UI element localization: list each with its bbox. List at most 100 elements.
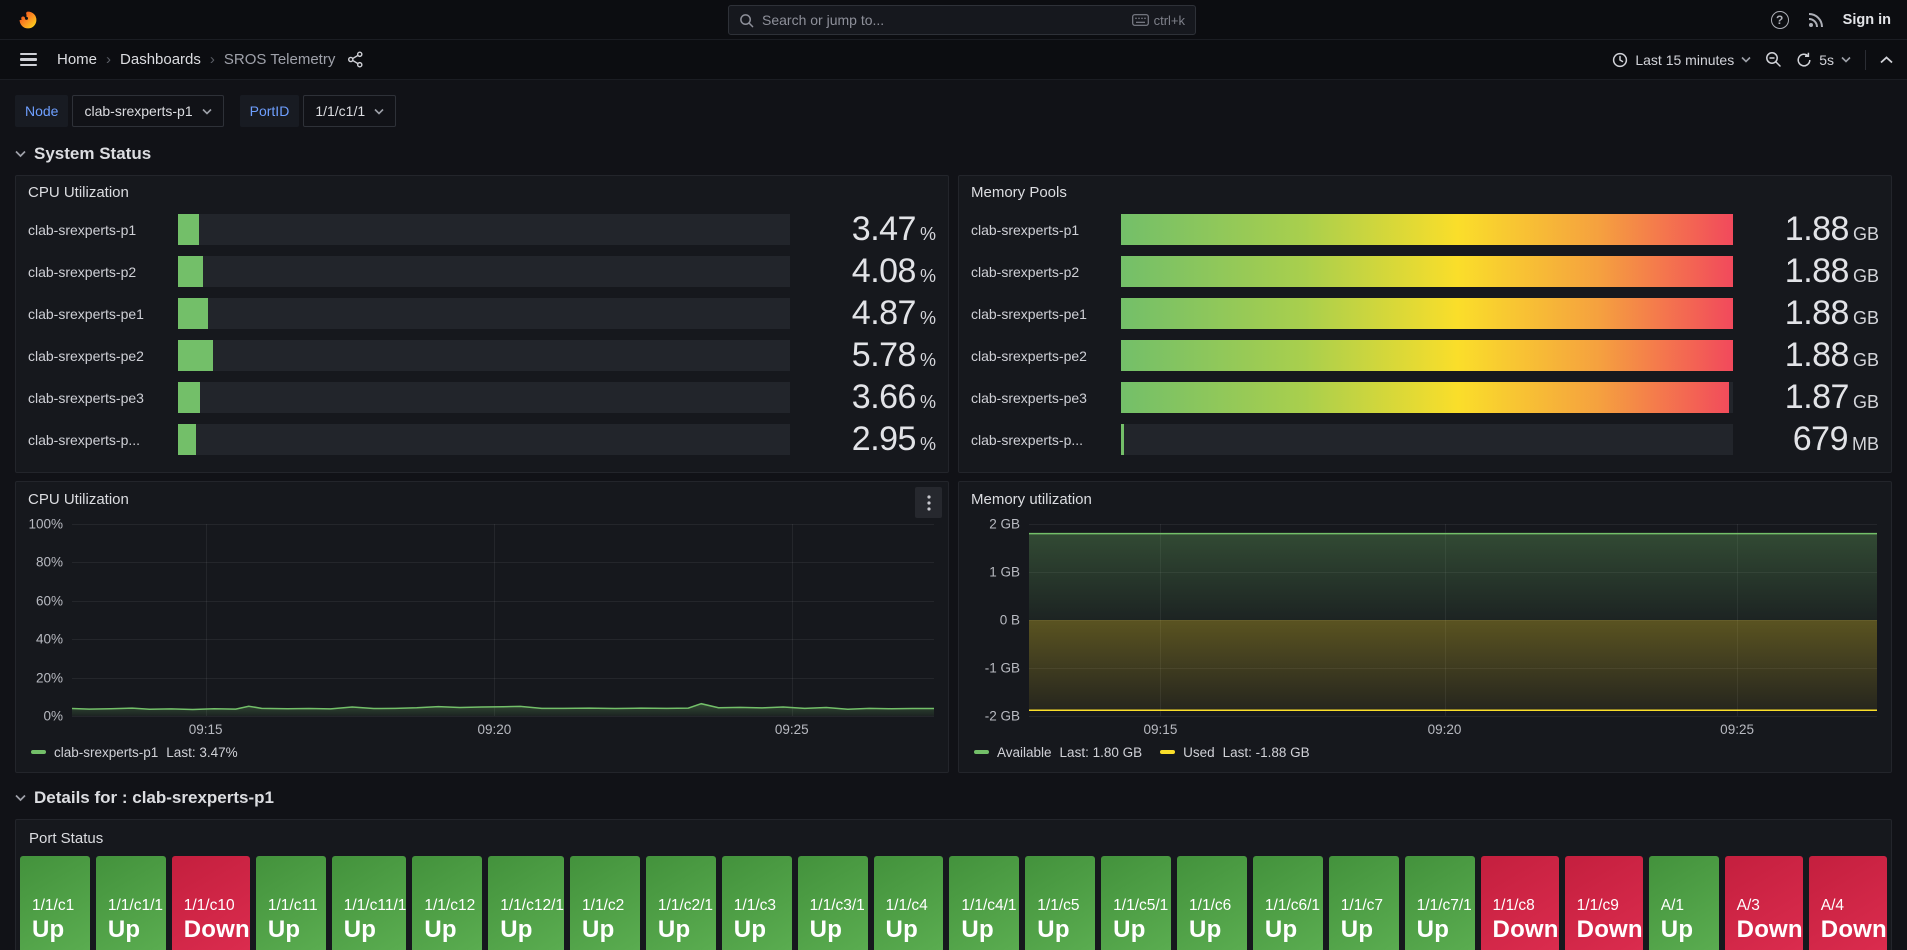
panel-title[interactable]: CPU Utilization <box>28 184 936 201</box>
x-tick-label: 09:15 <box>189 722 223 737</box>
legend-item[interactable]: clab-srexperts-p1Last: 3.47% <box>31 745 238 760</box>
gauge-bar-track <box>1121 382 1733 413</box>
port-name: 1/1/c2/1 <box>658 897 716 915</box>
chevron-up-icon <box>1880 56 1893 64</box>
time-range-picker[interactable]: Last 15 minutes <box>1612 52 1751 68</box>
port-tile-body: 1/1/c3/1 Up <box>798 856 868 950</box>
port-tile: A/3 Down <box>1725 856 1803 950</box>
panel-title[interactable]: Port Status <box>29 830 103 847</box>
port-status: Up <box>734 916 792 944</box>
panel-menu-button[interactable] <box>915 487 942 518</box>
chevron-down-icon <box>202 108 212 115</box>
share-button[interactable] <box>347 51 364 68</box>
port-name: 1/1/c10 <box>184 897 250 915</box>
gauge-row-label: clab-srexperts-p2 <box>28 264 178 280</box>
port-name: 1/1/c6 <box>1189 897 1247 915</box>
variables-row: Node clab-srexperts-p1 PortID 1/1/c1/1 <box>15 95 1892 127</box>
gauge-bar <box>1121 214 1733 245</box>
refresh-icon <box>1796 52 1812 68</box>
port-tile-body: A/1 Up <box>1649 856 1719 950</box>
time-range-label: Last 15 minutes <box>1635 52 1734 68</box>
gauge-value: 3.66 % <box>808 378 936 417</box>
y-tick-label: 60% <box>36 593 63 608</box>
port-tile: 1/1/c2/1 Up <box>646 856 716 950</box>
gauge-value: 4.08 % <box>808 252 936 291</box>
port-tile-body: 1/1/c5 Up <box>1025 856 1095 950</box>
gauge-bar-track <box>178 340 790 371</box>
port-status: Down <box>1821 916 1887 944</box>
portid-variable-label: PortID <box>240 95 300 127</box>
help-button[interactable]: ? <box>1771 11 1789 29</box>
panel-port-status: Port Status 1/1/c1 Up 1/1/c1/1 Up 1/1/c1… <box>15 819 1892 950</box>
section-details[interactable]: Details for : clab-srexperts-p1 <box>15 786 1892 810</box>
breadcrumb-dashboards[interactable]: Dashboards <box>120 51 201 68</box>
gauge-bar <box>1121 424 1124 455</box>
x-tick-label: 09:25 <box>775 722 809 737</box>
help-icon: ? <box>1771 11 1789 29</box>
dashboard-content: Node clab-srexperts-p1 PortID 1/1/c1/1 S… <box>0 95 1907 950</box>
panel-title[interactable]: Memory utilization <box>971 491 1092 508</box>
grafana-logo[interactable] <box>16 8 40 32</box>
gauge-row-label: clab-srexperts-pe3 <box>28 390 178 406</box>
port-tile-body: 1/1/c2/1 Up <box>646 856 716 950</box>
node-variable-dropdown[interactable]: clab-srexperts-p1 <box>72 95 223 127</box>
legend-item[interactable]: AvailableLast: 1.80 GB <box>974 745 1142 760</box>
gauge-row: clab-srexperts-p... 679 MB <box>971 424 1879 455</box>
legend-series-name: Used <box>1183 745 1215 760</box>
panel-title[interactable]: CPU Utilization <box>28 491 129 508</box>
port-status: Up <box>1265 916 1323 944</box>
keyboard-icon <box>1132 14 1149 26</box>
port-tile-body: 1/1/c8 Down <box>1481 856 1559 950</box>
legend-item[interactable]: UsedLast: -1.88 GB <box>1160 745 1310 760</box>
gauge-row: clab-srexperts-pe1 1.88 GB <box>971 298 1879 329</box>
zoom-out-button[interactable] <box>1765 51 1782 68</box>
gauge-row: clab-srexperts-pe3 3.66 % <box>28 382 936 413</box>
search-placeholder: Search or jump to... <box>762 12 1124 28</box>
gauge-bar <box>1121 256 1733 287</box>
port-tile-body: 1/1/c6 Up <box>1177 856 1247 950</box>
section-system-status[interactable]: System Status <box>15 142 1892 166</box>
gauge-bar <box>178 256 203 287</box>
port-name: 1/1/c5/1 <box>1113 897 1171 915</box>
legend-last-value: Last: 1.80 GB <box>1060 745 1143 760</box>
gauge-row: clab-srexperts-p1 1.88 GB <box>971 214 1879 245</box>
clock-icon <box>1612 52 1628 68</box>
refresh-button[interactable]: 5s <box>1796 52 1851 68</box>
legend-color-dash <box>31 750 46 754</box>
collapse-toolbar-button[interactable] <box>1880 56 1893 64</box>
panel-title[interactable]: Memory Pools <box>971 184 1879 201</box>
memory-time-series-chart: 2 GB1 GB0 B-1 GB-2 GB 09:1509:2009:25 Av… <box>967 524 1877 764</box>
gauge-row: clab-srexperts-p2 4.08 % <box>28 256 936 287</box>
chevron-right-icon: › <box>210 51 215 68</box>
legend-last-value: Last: 3.47% <box>166 745 237 760</box>
port-status: Up <box>268 916 326 944</box>
news-button[interactable] <box>1807 11 1825 29</box>
y-tick-label: 20% <box>36 670 63 685</box>
port-tile: A/1 Up <box>1649 856 1719 950</box>
port-tile: 1/1/c2 Up <box>570 856 640 950</box>
refresh-interval-label: 5s <box>1819 52 1834 68</box>
gauge-bar-track <box>178 382 790 413</box>
gauge-value: 5.78 % <box>808 336 936 375</box>
gauge-row-label: clab-srexperts-p1 <box>971 222 1121 238</box>
gauge-value: 1.88 GB <box>1751 294 1879 333</box>
legend-color-dash <box>974 750 989 754</box>
gauge-value: 1.88 GB <box>1751 336 1879 375</box>
port-status: Up <box>1113 916 1171 944</box>
menu-toggle-button[interactable] <box>14 47 43 73</box>
sign-in-button[interactable]: Sign in <box>1843 12 1891 28</box>
portid-variable-dropdown[interactable]: 1/1/c1/1 <box>303 95 396 127</box>
x-tick-label: 09:25 <box>1720 722 1754 737</box>
chevron-down-icon <box>1741 56 1751 63</box>
variable-portid: PortID 1/1/c1/1 <box>240 95 397 127</box>
gauge-row-label: clab-srexperts-p... <box>28 432 178 448</box>
gauge-row: clab-srexperts-pe1 4.87 % <box>28 298 936 329</box>
gauge-bar-track <box>178 424 790 455</box>
port-tile-body: 1/1/c9 Down <box>1565 856 1643 950</box>
rss-icon <box>1807 11 1825 29</box>
breadcrumb-home[interactable]: Home <box>57 51 97 68</box>
gauge-bar <box>178 214 199 245</box>
search-input[interactable]: Search or jump to... ctrl+k <box>728 5 1196 35</box>
port-tile-body: 1/1/c4 Up <box>874 856 944 950</box>
port-status: Up <box>344 916 407 944</box>
